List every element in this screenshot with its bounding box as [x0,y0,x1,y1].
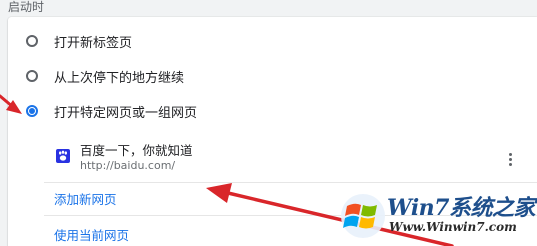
radio-button-selected[interactable] [26,105,38,117]
watermark-url: Www.Winwin7.com [389,220,517,234]
site-watermark: Win7系统之家 Www.Winwin7.com [337,186,537,246]
startup-option-label: 打开新标签页 [54,35,133,51]
windows-logo-icon [341,194,385,238]
add-new-page-link[interactable]: 添加新网页 [54,189,117,208]
radio-button[interactable] [26,35,38,47]
startup-option-label: 打开特定网页或一组网页 [54,105,198,121]
divider [44,182,537,183]
startup-option-specific-pages[interactable]: 打开特定网页或一组网页 [8,94,537,128]
watermark-brand: Win7系统之家 [387,195,535,221]
startup-page-entry: 百度一下，你就知道 http://baidu.com/ [8,137,537,181]
section-title: 启动时 [8,0,45,14]
site-url: http://baidu.com/ [80,159,176,172]
use-current-pages-link[interactable]: 使用当前网页 [54,225,129,244]
baidu-paw-icon [56,149,70,163]
startup-option-label: 从上次停下的地方继续 [54,70,185,86]
radio-button[interactable] [26,70,38,82]
site-title: 百度一下，你就知道 [80,143,193,158]
startup-option-new-tab[interactable]: 打开新标签页 [8,24,537,58]
startup-option-continue[interactable]: 从上次停下的地方继续 [8,59,537,93]
more-actions-icon[interactable] [498,147,522,171]
